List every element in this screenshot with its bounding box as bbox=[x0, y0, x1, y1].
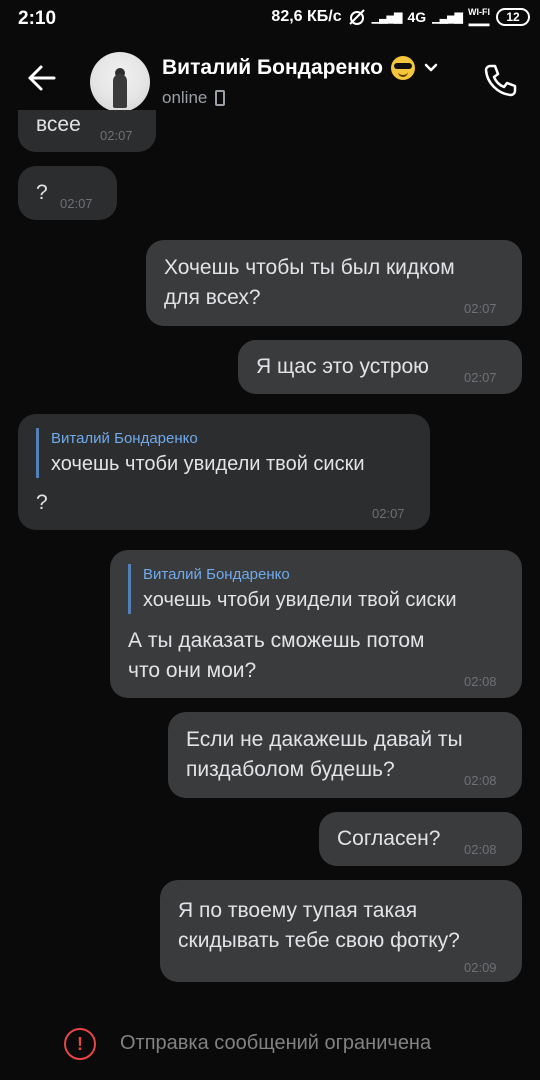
reply-author: Виталий Бондаренко bbox=[143, 566, 290, 583]
alarm-off-icon bbox=[348, 9, 365, 25]
phone-call-icon[interactable] bbox=[480, 60, 520, 100]
battery-icon: 12 bbox=[496, 8, 530, 26]
message-text: ? bbox=[36, 491, 48, 514]
wifi-label: WI-FI bbox=[468, 7, 490, 17]
contact-name: Виталий Бондаренко bbox=[162, 56, 383, 79]
message-bubble-incoming[interactable]: ? 02:07 bbox=[18, 166, 117, 220]
presence-text: online bbox=[162, 88, 208, 107]
status-time: 2:10 bbox=[18, 8, 57, 29]
message-bubble-outgoing[interactable]: Если не дакажешь давай ты пиздаболом буд… bbox=[168, 712, 522, 798]
message-text: Согласен? bbox=[337, 827, 441, 850]
message-text: А ты даказать сможешь потом что они мои? bbox=[128, 626, 424, 686]
message-time: 02:07 bbox=[60, 196, 93, 211]
avatar[interactable] bbox=[90, 52, 150, 112]
sunglasses-emoji-icon bbox=[390, 56, 415, 80]
mobile-device-icon bbox=[215, 90, 226, 106]
status-indicators: 82,6 КБ/с ▁▃▅▇ 4G ▁▃▅▇ WI-FI ▂▂▂ 12 bbox=[271, 8, 530, 26]
message-time: 02:07 bbox=[100, 128, 133, 143]
chevron-down-icon bbox=[424, 63, 438, 72]
battery-level: 12 bbox=[506, 10, 520, 24]
message-time: 02:08 bbox=[464, 773, 497, 788]
message-bubble-outgoing[interactable]: Хочешь чтобы ты был кидком для всех? 02:… bbox=[146, 240, 522, 326]
message-bubble-incoming[interactable]: всее 02:07 bbox=[18, 110, 156, 152]
message-line: что они мои? bbox=[128, 659, 257, 682]
restriction-notice: Отправка сообщений ограничена bbox=[120, 1032, 432, 1054]
message-time: 02:08 bbox=[464, 842, 497, 857]
message-time: 02:09 bbox=[464, 960, 497, 975]
status-bar: 2:10 82,6 КБ/с ▁▃▅▇ 4G ▁▃▅▇ WI-FI ▂▂▂ 12 bbox=[0, 0, 540, 36]
message-time: 02:07 bbox=[464, 301, 497, 316]
message-text: ? bbox=[36, 181, 48, 204]
message-line: А ты даказать сможешь потом bbox=[128, 629, 425, 652]
message-text: Я по твоему тупая такая скидывать тебе с… bbox=[178, 896, 460, 956]
message-time: 02:07 bbox=[464, 370, 497, 385]
message-text: Если не дакажешь давай ты пиздаболом буд… bbox=[186, 725, 463, 785]
reply-quote[interactable]: Виталий Бондаренко хочешь чтоби увидели … bbox=[36, 428, 365, 478]
reply-text: хочешь чтоби увидели твой сиски bbox=[51, 453, 365, 475]
message-restricted-bar: ! Отправка сообщений ограничена bbox=[0, 1008, 540, 1080]
message-line: скидывать тебе свою фотку? bbox=[178, 929, 460, 952]
message-bubble-outgoing[interactable]: Согласен? 02:08 bbox=[319, 812, 522, 866]
message-line: пиздаболом будешь? bbox=[186, 758, 395, 781]
message-bubble-outgoing[interactable]: Виталий Бондаренко хочешь чтоби увидели … bbox=[110, 550, 522, 698]
reply-quote[interactable]: Виталий Бондаренко хочешь чтоби увидели … bbox=[128, 564, 457, 614]
warning-icon: ! bbox=[64, 1028, 96, 1060]
signal-bars-icon: ▁▃▅▇ bbox=[371, 11, 403, 24]
network-speed: 82,6 КБ/с bbox=[271, 8, 342, 25]
reply-author: Виталий Бондаренко bbox=[51, 430, 198, 447]
contact-title[interactable]: Виталий Бондаренко bbox=[162, 56, 439, 80]
message-line: Если не дакажешь давай ты bbox=[186, 728, 463, 751]
message-time: 02:07 bbox=[372, 506, 405, 521]
avatar-figure bbox=[113, 74, 127, 108]
message-bubble-incoming[interactable]: Виталий Бондаренко хочешь чтоби увидели … bbox=[18, 414, 430, 530]
reply-text: хочешь чтоби увидели твой сиски bbox=[143, 589, 457, 611]
message-line: для всех? bbox=[164, 286, 261, 309]
message-time: 02:08 bbox=[464, 674, 497, 689]
message-bubble-outgoing[interactable]: Я по твоему тупая такая скидывать тебе с… bbox=[160, 880, 522, 982]
back-arrow-icon[interactable] bbox=[24, 60, 60, 96]
message-text: Хочешь чтобы ты был кидком для всех? bbox=[164, 253, 455, 313]
presence-status: online bbox=[162, 88, 226, 108]
network-type: 4G bbox=[407, 9, 427, 25]
message-text: всее bbox=[36, 113, 81, 136]
message-text: Я щас это устрою bbox=[256, 355, 429, 378]
wifi-icon: WI-FI ▂▂▂ bbox=[468, 7, 490, 26]
signal-bars-icon-2: ▁▃▅▇ bbox=[432, 11, 463, 24]
message-line: Хочешь чтобы ты был кидком bbox=[164, 256, 455, 279]
message-line: Я по твоему тупая такая bbox=[178, 899, 418, 922]
message-bubble-outgoing[interactable]: Я щас это устрою 02:07 bbox=[238, 340, 522, 394]
